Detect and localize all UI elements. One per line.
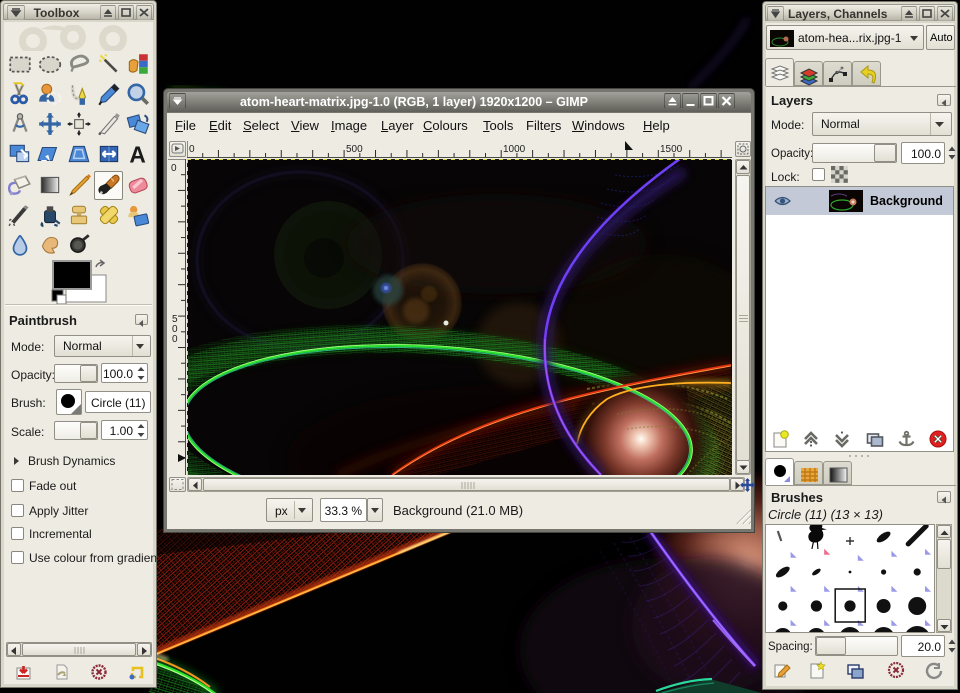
svg-text:0: 0 [189,144,195,155]
svg-text:0: 0 [172,334,178,345]
svg-text:A: A [129,142,145,167]
svg-text:500: 500 [346,144,363,155]
svg-text:0: 0 [171,163,177,174]
svg-text:1500: 1500 [660,144,683,155]
svg-text:1000: 1000 [503,144,526,155]
